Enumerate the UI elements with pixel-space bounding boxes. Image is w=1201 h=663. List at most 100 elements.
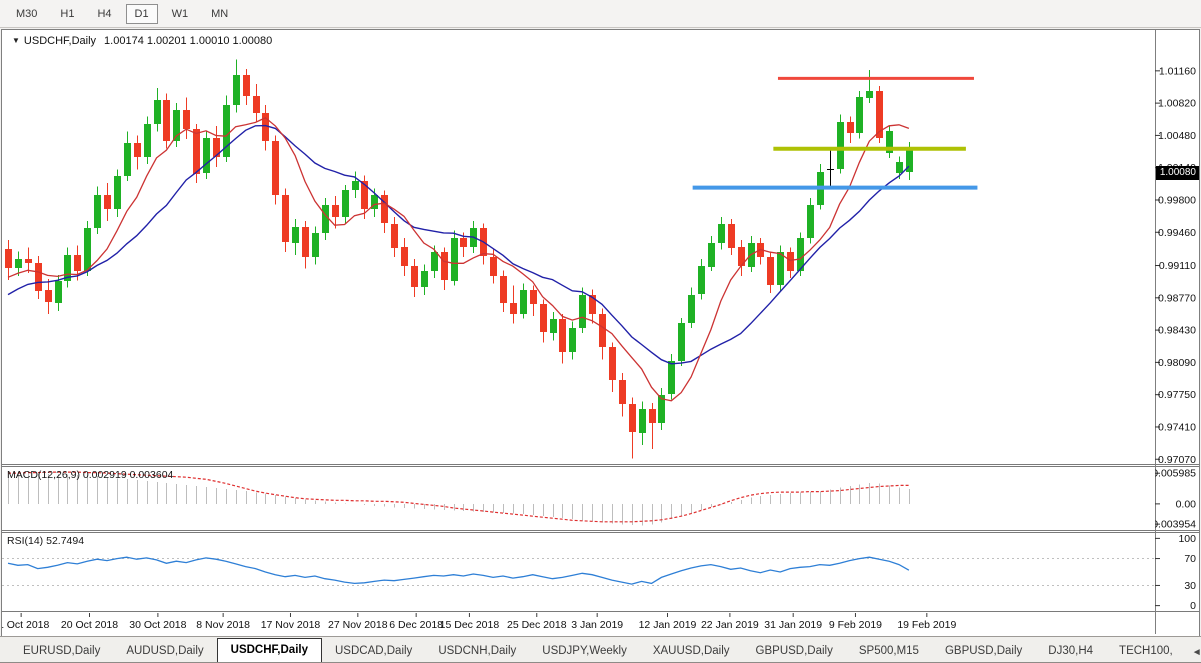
- timeframe-button-mn[interactable]: MN: [202, 4, 237, 24]
- candle-body: [342, 190, 349, 217]
- candle-body: [352, 181, 359, 190]
- tab-usdcad-daily[interactable]: USDCAD,Daily: [322, 641, 425, 662]
- candle-body: [94, 195, 101, 228]
- candle-body: [124, 143, 131, 176]
- date-label: 17 Nov 2018: [261, 619, 321, 631]
- candle-body: [609, 347, 616, 380]
- candle-body: [421, 271, 428, 287]
- candle-body: [233, 75, 240, 105]
- tab-eurusd-daily[interactable]: EURUSD,Daily: [10, 641, 113, 662]
- trend-lines-layer: [693, 78, 978, 187]
- candle-body: [114, 176, 121, 209]
- axis-label: 0.005985: [1155, 468, 1196, 480]
- axis-label: 0.99110: [1159, 260, 1196, 272]
- ma-slow-line[interactable]: [8, 126, 909, 364]
- macd-panel[interactable]: [2, 467, 1155, 530]
- candle-body: [619, 380, 626, 404]
- candle-body: [203, 138, 210, 173]
- chart-symbol-label: USDCHF,Daily: [24, 35, 96, 47]
- date-label: 30 Oct 2018: [129, 619, 186, 631]
- candle-body: [312, 233, 319, 257]
- candle-body: [807, 205, 814, 238]
- chart-tabs-bar: EURUSD,DailyAUDUSD,DailyUSDCHF,DailyUSDC…: [0, 636, 1201, 663]
- candle-body: [649, 409, 656, 423]
- axis-label: 30: [1184, 580, 1196, 592]
- candle-body: [35, 263, 42, 291]
- axis-label: 0.97410: [1158, 421, 1196, 433]
- candle-body: [332, 205, 339, 217]
- chart-ohlc-values: 1.00174 1.00201 1.00010 1.00080: [104, 35, 272, 47]
- candle-body: [847, 122, 854, 133]
- timeframe-button-w1[interactable]: W1: [163, 4, 198, 24]
- symbol-dropdown-icon[interactable]: ▼: [12, 36, 20, 45]
- axis-label: 1.01160: [1159, 65, 1196, 77]
- candle-body: [381, 195, 388, 223]
- date-label: 31 Jan 2019: [764, 619, 822, 631]
- tab-gbpusd-daily[interactable]: GBPUSD,Daily: [932, 641, 1035, 662]
- candle-body: [866, 91, 873, 98]
- candle-body: [777, 252, 784, 285]
- date-axis[interactable]: 11 Oct 201820 Oct 201830 Oct 20188 Nov 2…: [2, 613, 1155, 634]
- candle-body: [144, 124, 151, 157]
- candle-body: [550, 319, 557, 333]
- axis-label: 100: [1178, 533, 1196, 545]
- timeframe-button-h4[interactable]: H4: [88, 4, 120, 24]
- tab-audusd-daily[interactable]: AUDUSD,Daily: [113, 641, 216, 662]
- candle-body: [500, 276, 507, 303]
- candle-body: [55, 281, 62, 303]
- timeframe-button-h1[interactable]: H1: [51, 4, 83, 24]
- candle-body: [896, 162, 903, 173]
- date-label: 8 Nov 2018: [196, 619, 250, 631]
- tab-sp500-m15[interactable]: SP500,M15: [846, 641, 932, 662]
- timeframe-button-m30[interactable]: M30: [7, 4, 46, 24]
- timeframe-button-d1[interactable]: D1: [126, 4, 158, 24]
- date-label: 25 Dec 2018: [507, 619, 567, 631]
- candle-body: [431, 252, 438, 271]
- date-label: 3 Jan 2019: [571, 619, 623, 631]
- date-label: 9 Feb 2019: [829, 619, 882, 631]
- tab-tech100[interactable]: TECH100,: [1106, 641, 1186, 662]
- scroll-tabs-left-icon[interactable]: ◄: [1192, 647, 1201, 658]
- chart-title: ▼ USDCHF,Daily 1.00174 1.00201 1.00010 1.0…: [12, 35, 272, 47]
- candle-body: [787, 252, 794, 271]
- candle-body: [74, 255, 81, 271]
- axis-label: 0.98770: [1158, 292, 1196, 304]
- candle-body: [520, 290, 527, 314]
- axis-label: 0.99800: [1158, 194, 1196, 206]
- tab-usdcnh-daily[interactable]: USDCNH,Daily: [425, 641, 529, 662]
- rsi-name: RSI(14): [7, 535, 43, 547]
- candle-body: [569, 328, 576, 352]
- candle-body: [708, 243, 715, 267]
- macd-name: MACD(12,26,9): [7, 469, 80, 481]
- candle-body: [767, 257, 774, 285]
- candle-body: [718, 224, 725, 243]
- main-chart[interactable]: [2, 30, 1155, 464]
- candle-body: [45, 290, 52, 302]
- tab-usdchf-daily[interactable]: USDCHF,Daily: [217, 638, 322, 662]
- candle-body: [213, 138, 220, 157]
- tab-usdjpy-weekly[interactable]: USDJPY,Weekly: [529, 641, 640, 662]
- tab-dj30-h4[interactable]: DJ30,H4: [1035, 641, 1106, 662]
- axis-label: 0.97750: [1158, 389, 1196, 401]
- candle-body: [193, 129, 200, 174]
- candle-body: [282, 195, 289, 242]
- candle-body: [5, 249, 12, 268]
- tab-gbpusd-daily[interactable]: GBPUSD,Daily: [743, 641, 846, 662]
- candle-body: [490, 257, 497, 276]
- axis-label: 0.98090: [1158, 357, 1196, 369]
- candle-body: [639, 409, 646, 433]
- tab-xauusd-daily[interactable]: XAUUSD,Daily: [640, 641, 743, 662]
- candle-body: [292, 227, 299, 243]
- candle-body: [391, 224, 398, 248]
- candle-body: [401, 247, 408, 266]
- candle-body: [154, 100, 161, 124]
- tab-scroll-arrows: ◄►: [1186, 647, 1201, 662]
- rsi-value: 52.7494: [46, 535, 84, 547]
- candle-body: [827, 169, 834, 170]
- price-axis[interactable]: 1.011601.008201.004801.001400.998000.994…: [1155, 30, 1199, 634]
- current-price-box: 1.00080: [1156, 166, 1199, 180]
- rsi-panel[interactable]: [2, 533, 1155, 611]
- axis-label: 0.97070: [1158, 454, 1196, 466]
- macd-label: MACD(12,26,9) 0.002919 0.003604: [7, 469, 173, 481]
- date-label: 20 Oct 2018: [61, 619, 118, 631]
